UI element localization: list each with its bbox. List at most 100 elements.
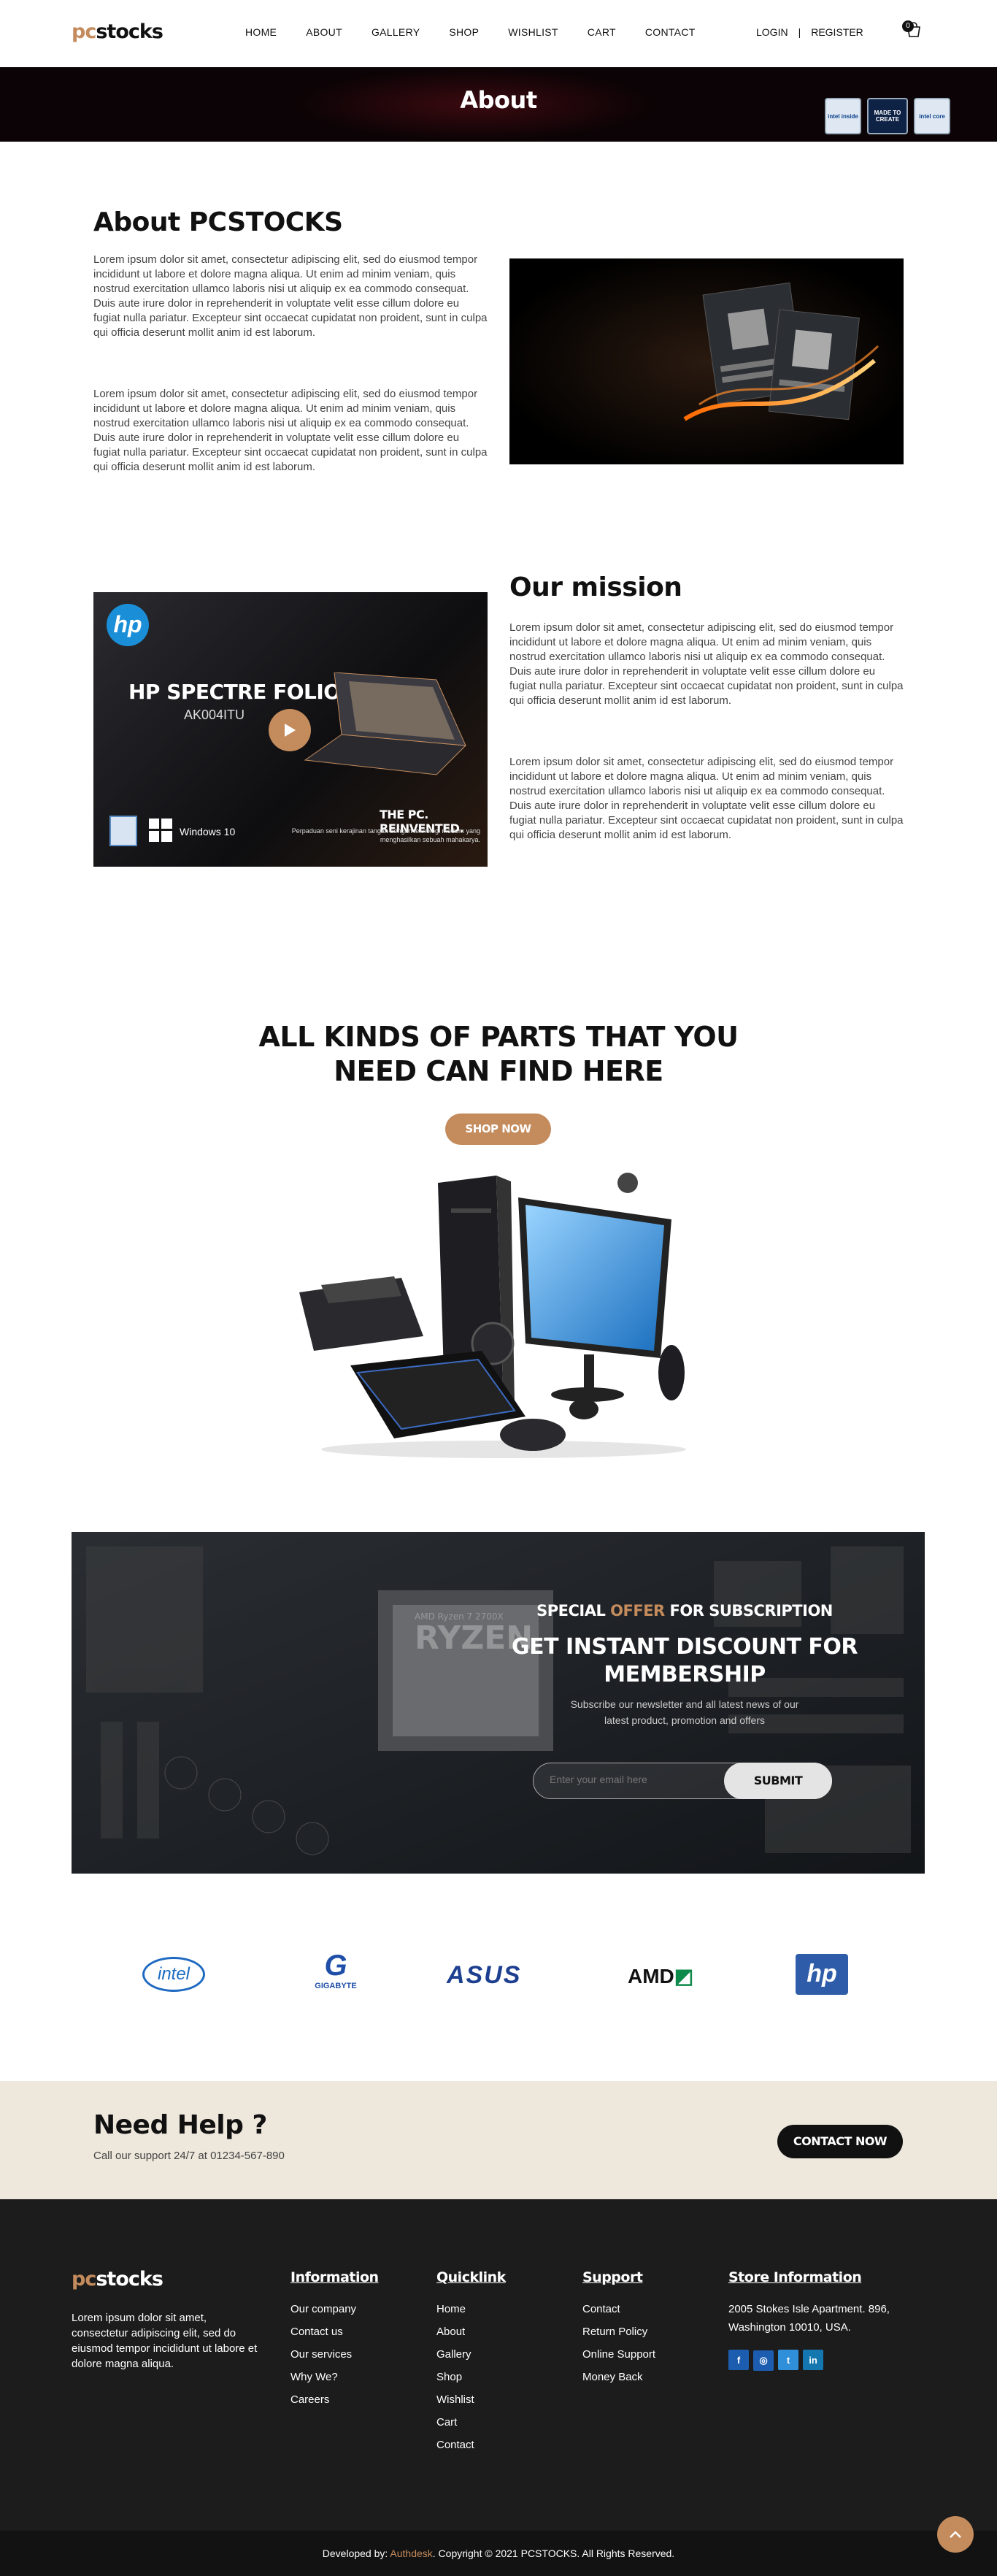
footer-quicklink-title: Quicklink: [436, 2269, 506, 2285]
hp-video-thumbnail[interactable]: hp HP SPECTRE FOLIO 13 AK004ITU THE PC. …: [93, 592, 488, 867]
gigabyte-label: GIGABYTE: [315, 1982, 357, 1990]
login-link[interactable]: LOGIN: [756, 26, 788, 38]
linkedin-icon[interactable]: in: [803, 2350, 823, 2370]
store-address-1: 2005 Stokes Isle Apartment. 896,: [728, 2303, 890, 2315]
footer-support: Support Contact Return Policy Online Sup…: [582, 2269, 655, 2393]
logo-stocks: stocks: [96, 20, 163, 43]
subscribe-form: SUBMIT: [533, 1763, 832, 1799]
subscribe-headline-2: MEMBERSHIP: [604, 1662, 766, 1687]
footer-link-services[interactable]: Our services: [290, 2348, 379, 2361]
footer-link-support-contact[interactable]: Contact: [582, 2303, 655, 2315]
nav-cart[interactable]: CART: [588, 26, 616, 38]
footer-link-contact-us[interactable]: Contact us: [290, 2326, 379, 2338]
intel-inside-badge: intel inside: [825, 98, 861, 134]
footer-link-company[interactable]: Our company: [290, 2303, 379, 2315]
chevron-up-icon: [950, 2531, 961, 2538]
windows-label: Windows 10: [180, 826, 236, 837]
motherboard-illustration: [509, 258, 904, 464]
amd-logo[interactable]: AMD◩: [628, 1964, 693, 1988]
footer-store-title: Store Information: [728, 2269, 862, 2285]
copyright-suffix: . Copyright © 2021 PCSTOCKS. All Rights …: [432, 2548, 675, 2559]
play-icon: [285, 724, 296, 737]
subscribe-for: FOR SUBSCRIPTION: [664, 1602, 834, 1619]
shop-now-button[interactable]: SHOP NOW: [445, 1113, 551, 1145]
footer-link-why-we[interactable]: Why We?: [290, 2371, 379, 2383]
footer-link-wishlist[interactable]: Wishlist: [436, 2393, 506, 2406]
contact-now-button[interactable]: CONTACT NOW: [777, 2125, 903, 2158]
footer-logo-stocks: stocks: [96, 2268, 163, 2291]
footer-about-text: Lorem ipsum dolor sit amet, consectetur …: [72, 2312, 258, 2370]
footer-store: Store Information 2005 Stokes Isle Apart…: [728, 2269, 890, 2371]
back-to-top-button[interactable]: [937, 2516, 974, 2553]
footer-link-home[interactable]: Home: [436, 2303, 506, 2315]
footer-logo[interactable]: pcstocks: [72, 2268, 163, 2291]
brand-logos: intel G GIGABYTE ASUS AMD◩ hp: [0, 1942, 997, 2008]
submit-button[interactable]: SUBMIT: [724, 1763, 832, 1799]
play-button[interactable]: [269, 709, 311, 751]
video-code: AK004ITU: [184, 708, 245, 722]
about-paragraph-2: Lorem ipsum dolor sit amet, consectetur …: [93, 388, 488, 473]
store-address-2: Washington 10010, USA.: [728, 2321, 851, 2334]
mission-title: Our mission: [509, 572, 682, 602]
auth-links: LOGIN | REGISTER: [756, 26, 863, 38]
nav-shop[interactable]: SHOP: [449, 26, 479, 38]
help-text: Call our support 24/7 at 01234-567-890: [93, 2150, 285, 2162]
footer-link-online-support[interactable]: Online Support: [582, 2348, 655, 2361]
subscribe-eyebrow: SPECIAL OFFER FOR SUBSCRIPTION: [502, 1602, 867, 1619]
footer-link-return-policy[interactable]: Return Policy: [582, 2326, 655, 2338]
auth-separator: |: [798, 26, 801, 38]
site-header: pcstocks HOME ABOUT GALLERY SHOP WISHLIS…: [0, 0, 997, 67]
nav-gallery[interactable]: GALLERY: [372, 26, 420, 38]
gigabyte-logo[interactable]: G GIGABYTE: [307, 1950, 365, 1990]
footer-link-money-back[interactable]: Money Back: [582, 2371, 655, 2383]
subscribe-desc-1: Subscribe our newsletter and all latest …: [570, 1698, 799, 1710]
site-footer: pcstocks Lorem ipsum dolor sit amet, con…: [0, 2199, 997, 2531]
site-logo[interactable]: pcstocks: [72, 20, 163, 43]
nav-home[interactable]: HOME: [245, 26, 277, 38]
subscribe-desc-2: latest product, promotion and offers: [604, 1714, 765, 1726]
footer-link-gallery[interactable]: Gallery: [436, 2348, 506, 2361]
cart-count-badge: 0: [902, 20, 914, 32]
help-title: Need Help ?: [93, 2110, 267, 2140]
gigabyte-mark: G: [324, 1950, 347, 1982]
footer-link-shop[interactable]: Shop: [436, 2371, 506, 2383]
parts-heading-line1: ALL KINDS OF PARTS THAT YOU: [258, 1021, 739, 1053]
nav-wishlist[interactable]: WISHLIST: [508, 26, 558, 38]
developer-link[interactable]: Authdesk: [390, 2548, 432, 2559]
email-input[interactable]: [550, 1774, 725, 1785]
hp-logo-brand[interactable]: hp: [796, 1954, 848, 1995]
copyright-prefix: Developed by:: [322, 2548, 390, 2559]
footer-link-careers[interactable]: Careers: [290, 2393, 379, 2406]
intel-core-sticker: [109, 816, 137, 846]
facebook-icon[interactable]: f: [728, 2350, 749, 2370]
video-subline-1: Perpaduan seni kerajinan tangan dengan t…: [291, 827, 480, 835]
subscribe-headline-1: GET INSTANT DISCOUNT FOR: [512, 1634, 858, 1660]
footer-link-about[interactable]: About: [436, 2326, 506, 2338]
asus-logo[interactable]: ASUS: [447, 1961, 521, 1990]
main-nav: HOME ABOUT GALLERY SHOP WISHLIST CART CO…: [245, 26, 725, 38]
amd-arrow-icon: ◩: [674, 1965, 694, 1987]
register-link[interactable]: REGISTER: [811, 26, 863, 38]
hp-logo: hp: [107, 604, 149, 646]
intel-logo[interactable]: intel: [142, 1957, 205, 1992]
laptop-illustration: [304, 672, 467, 775]
mission-paragraph-1: Lorem ipsum dolor sit amet, consectetur …: [509, 621, 904, 707]
made-to-create-badge: MADE TO CREATE: [867, 98, 908, 134]
footer-information: Information Our company Contact us Our s…: [290, 2269, 379, 2416]
footer-link-cart[interactable]: Cart: [436, 2416, 506, 2429]
banner-badges: intel inside MADE TO CREATE intel core: [825, 98, 950, 134]
motherboard-image: [509, 258, 904, 464]
footer-logo-pc: pc: [72, 2268, 96, 2291]
mission-paragraph-2: Lorem ipsum dolor sit amet, consectetur …: [509, 756, 904, 841]
parts-heading-line2: NEED CAN FIND HERE: [334, 1055, 663, 1087]
footer-support-title: Support: [582, 2269, 643, 2285]
footer-quicklink: Quicklink Home About Gallery Shop Wishli…: [436, 2269, 506, 2461]
nav-contact[interactable]: CONTACT: [645, 26, 696, 38]
logo-pc: pc: [72, 20, 96, 43]
nav-about[interactable]: ABOUT: [306, 26, 342, 38]
instagram-icon[interactable]: ◎: [753, 2350, 774, 2371]
computer-parts-illustration: [299, 1173, 686, 1458]
footer-link-contact[interactable]: Contact: [436, 2439, 506, 2451]
subscribe-special: SPECIAL: [536, 1602, 611, 1619]
twitter-icon[interactable]: t: [778, 2350, 798, 2370]
